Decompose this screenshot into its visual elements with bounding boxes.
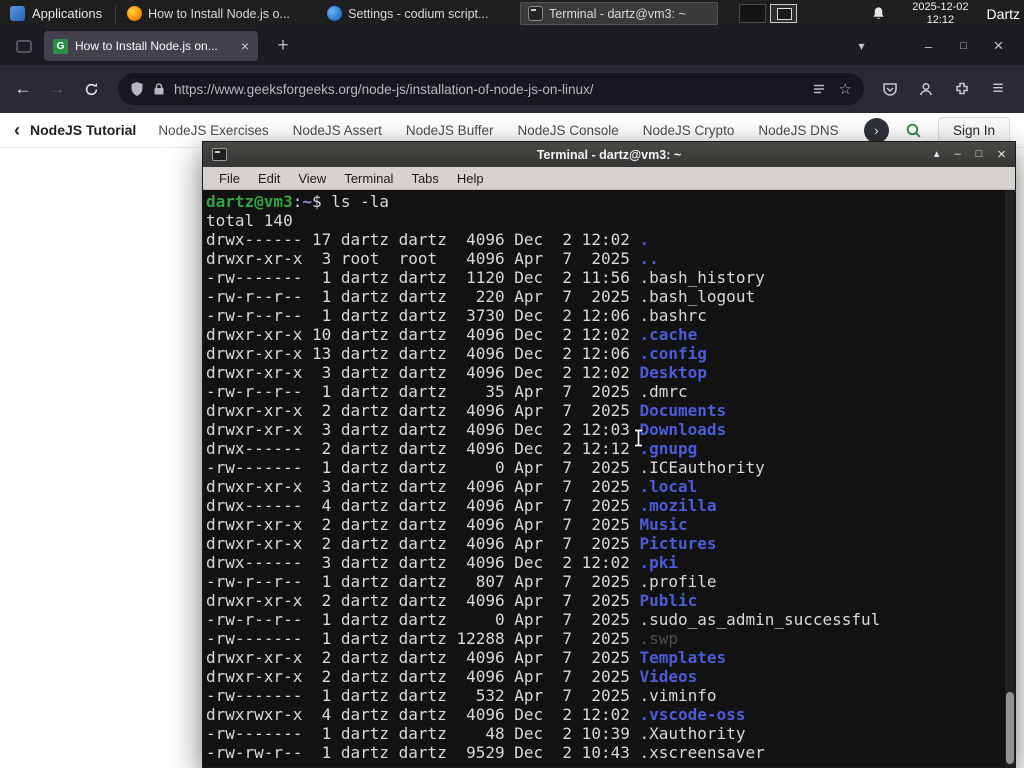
site-nav-item[interactable]: NodeJS Exercises bbox=[158, 123, 268, 138]
panel-separator bbox=[115, 4, 117, 23]
taskbar-button[interactable]: Terminal - dartz@vm3: ~ bbox=[520, 2, 719, 25]
toolbar-icons: ≡ bbox=[872, 73, 1016, 105]
terminal-menu-tabs[interactable]: Tabs bbox=[402, 169, 447, 188]
terminal-titlebar[interactable]: Terminal - dartz@vm3: ~ ▴ – □ × bbox=[203, 142, 1015, 167]
terminal-menu-terminal[interactable]: Terminal bbox=[335, 169, 402, 188]
window-buttons: How to Install Node.js o... Settings - co… bbox=[119, 0, 719, 27]
taskbar-button[interactable]: How to Install Node.js o... bbox=[120, 2, 318, 25]
browser-tab[interactable]: G How to Install Node.js on... × bbox=[44, 31, 258, 61]
sign-in-button[interactable]: Sign In bbox=[937, 116, 1010, 144]
reload-button[interactable] bbox=[74, 73, 108, 105]
url-bar[interactable]: https://www.geeksforgeeks.org/node-js/in… bbox=[118, 73, 864, 105]
lock-icon[interactable] bbox=[153, 82, 165, 96]
shade-button[interactable]: ▴ bbox=[934, 149, 940, 160]
nav-forward-chevron-icon[interactable]: › bbox=[863, 117, 889, 143]
terminal-window-controls: ▴ – □ × bbox=[934, 147, 1006, 162]
taskbar-button-title: Settings - codium script... bbox=[348, 6, 489, 21]
terminal-menubar: File Edit View Terminal Tabs Help bbox=[203, 167, 1015, 190]
site-nav-item[interactable]: NodeJS Buffer bbox=[406, 123, 494, 138]
scrollbar-thumb[interactable] bbox=[1006, 692, 1014, 764]
site-nav-item-active[interactable]: NodeJS Tutorial bbox=[30, 122, 136, 138]
nav-back-chevron-icon[interactable]: ‹ bbox=[14, 120, 20, 141]
applications-label: Applications bbox=[32, 6, 103, 21]
maximize-button[interactable]: □ bbox=[946, 40, 981, 52]
terminal-title: Terminal - dartz@vm3: ~ bbox=[536, 147, 682, 162]
clock-date: 2025-12-02 bbox=[912, 0, 969, 13]
tracking-shield-icon[interactable] bbox=[130, 81, 144, 97]
clock-time: 12:12 bbox=[926, 13, 955, 26]
firefox-icon bbox=[127, 6, 143, 21]
site-nav-item[interactable]: NodeJS Crypto bbox=[643, 123, 735, 138]
new-tab-button[interactable]: + bbox=[270, 35, 296, 57]
panel-clock[interactable]: 2025-12-02 12:12 bbox=[912, 1, 968, 27]
list-tabs-icon[interactable]: ▾ bbox=[844, 39, 879, 53]
workspace-switcher bbox=[739, 4, 798, 23]
notification-bell-icon[interactable] bbox=[871, 6, 886, 21]
workspace-2-active[interactable] bbox=[770, 4, 798, 23]
terminal-scrollbar[interactable] bbox=[1005, 190, 1015, 767]
site-nav-item[interactable]: NodeJS Console bbox=[517, 123, 618, 138]
window-controls: ▾ – □ × bbox=[844, 36, 1016, 56]
panel-user-label: Dartz bbox=[986, 5, 1020, 22]
terminal-menu-file[interactable]: File bbox=[210, 169, 249, 188]
terminal-close-button[interactable]: × bbox=[997, 147, 1006, 162]
taskbar-button-title: How to Install Node.js o... bbox=[148, 6, 290, 21]
menu-icon[interactable]: ≡ bbox=[980, 73, 1016, 105]
terminal-body: dartz@vm3:~$ ls -la total 140 drwx------… bbox=[203, 190, 1015, 767]
extensions-icon[interactable] bbox=[944, 73, 980, 105]
applications-menu[interactable]: Applications bbox=[0, 0, 112, 27]
terminal-minimize-button[interactable]: – bbox=[954, 149, 960, 160]
browser-toolbar: ← → https://www.geeksforgeeks.org/node-j… bbox=[0, 65, 1024, 113]
back-button[interactable]: ← bbox=[6, 73, 40, 105]
applications-icon bbox=[10, 6, 25, 21]
top-panel: Applications How to Install Node.js o...… bbox=[0, 0, 1024, 27]
settings-icon bbox=[327, 6, 343, 21]
reader-mode-icon[interactable] bbox=[812, 82, 826, 96]
taskbar-button-title: Terminal - dartz@vm3: ~ bbox=[549, 6, 686, 21]
site-nav-right: › Sign In bbox=[857, 116, 1010, 144]
mouse-cursor bbox=[633, 429, 644, 452]
site-nav-item[interactable]: NodeJS Assert bbox=[293, 123, 382, 138]
firefox-view-icon[interactable] bbox=[16, 39, 32, 53]
terminal-window: Terminal - dartz@vm3: ~ ▴ – □ × File Edit… bbox=[202, 141, 1016, 768]
tab-title: How to Install Node.js on... bbox=[75, 39, 218, 53]
site-nav-item[interactable]: NodeJS DNS bbox=[758, 123, 838, 138]
tab-bar: G How to Install Node.js on... × + ▾ – □… bbox=[0, 27, 1024, 65]
search-icon[interactable] bbox=[905, 122, 922, 139]
terminal-maximize-button[interactable]: □ bbox=[976, 149, 983, 160]
bookmark-star-icon[interactable]: ☆ bbox=[839, 80, 852, 98]
terminal-icon bbox=[528, 6, 544, 21]
desktop: Applications How to Install Node.js o...… bbox=[0, 0, 1024, 768]
terminal-menu-view[interactable]: View bbox=[289, 169, 335, 188]
close-button[interactable]: × bbox=[981, 36, 1016, 56]
terminal-menu-help[interactable]: Help bbox=[448, 169, 493, 188]
terminal-icon bbox=[212, 148, 227, 161]
terminal-menu-edit[interactable]: Edit bbox=[249, 169, 289, 188]
workspace-1[interactable] bbox=[739, 4, 767, 23]
tab-close-icon[interactable]: × bbox=[241, 39, 249, 53]
taskbar-button[interactable]: Settings - codium script... bbox=[320, 2, 518, 25]
minimize-button[interactable]: – bbox=[911, 39, 946, 54]
site-favicon: G bbox=[53, 38, 68, 54]
forward-button[interactable]: → bbox=[40, 73, 74, 105]
terminal-output: dartz@vm3:~$ ls -la total 140 drwx------… bbox=[206, 192, 881, 762]
pocket-icon[interactable] bbox=[872, 73, 908, 105]
account-icon[interactable] bbox=[908, 73, 944, 105]
url-text[interactable]: https://www.geeksforgeeks.org/node-js/in… bbox=[174, 82, 803, 97]
site-nav-items: NodeJS Exercises NodeJS Assert NodeJS Buff… bbox=[158, 123, 858, 138]
